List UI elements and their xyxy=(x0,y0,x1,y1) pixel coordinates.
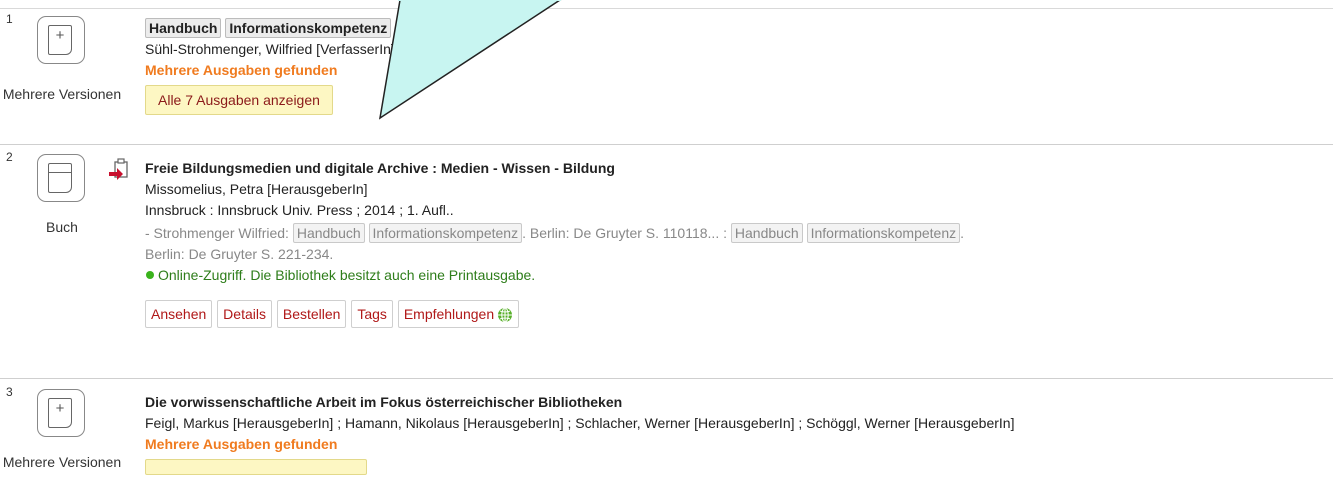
show-all-editions-button-partial[interactable] xyxy=(145,459,367,475)
result-divider xyxy=(0,378,1333,379)
result-divider xyxy=(0,144,1333,145)
multiple-editions-note: Mehrere Ausgaben gefunden xyxy=(145,436,338,452)
result-title[interactable]: Freie Bildungsmedien und digitale Archiv… xyxy=(145,158,1293,179)
multiple-versions-icon[interactable]: + xyxy=(37,389,85,437)
snippet-text: . Berlin: De Gruyter S. 110118... : xyxy=(522,225,727,241)
tags-button[interactable]: Tags xyxy=(351,300,393,328)
snippet-text: - Strohmenger Wilfried: xyxy=(145,225,289,241)
availability-text: Online-Zugriff. Die Bibliothek besitzt a… xyxy=(158,267,536,283)
type-label: Mehrere Versionen xyxy=(2,86,122,102)
show-all-editions-button[interactable]: Alle 7 Ausgaben anzeigen xyxy=(145,85,333,115)
globe-icon xyxy=(498,307,513,323)
book-icon[interactable] xyxy=(37,154,85,202)
result-authors: Sühl-Strohmenger, Wilfried [VerfasserIn] xyxy=(145,41,395,57)
snippet-line-2: Berlin: De Gruyter S. 221-234. xyxy=(145,246,334,262)
multiple-editions-note: Mehrere Ausgaben gefunden xyxy=(145,62,338,78)
details-button[interactable]: Details xyxy=(217,300,272,328)
result-authors: Feigl, Markus [HerausgeberIn] ; Hamann, … xyxy=(145,415,1015,431)
result-publisher: Innsbruck : Innsbruck Univ. Press ; 2014… xyxy=(145,202,454,218)
result-snippet: - Strohmenger Wilfried: Handbuch Informa… xyxy=(145,223,1293,244)
title-highlight: Informationskompetenz xyxy=(225,18,392,38)
result-title[interactable]: Die vorwissenschaftliche Arbeit im Fokus… xyxy=(145,392,1075,413)
result-number: 2 xyxy=(6,150,13,164)
result-authors: Missomelius, Petra [HerausgeberIn] xyxy=(145,181,368,197)
type-label: Mehrere Versionen xyxy=(2,454,122,470)
bestellen-button[interactable]: Bestellen xyxy=(276,300,347,328)
multiple-versions-icon[interactable]: + xyxy=(37,16,85,64)
result-title[interactable]: Handbuch Informationskompetenz xyxy=(145,18,1293,39)
snippet-highlight: Handbuch xyxy=(292,223,365,243)
result-number: 1 xyxy=(6,12,13,26)
snippet-highlight: Handbuch xyxy=(730,223,803,243)
snippet-highlight: Informationskompetenz xyxy=(806,223,961,243)
action-buttons: Ansehen Details Bestellen Tags Empfehlun… xyxy=(145,300,1293,328)
online-access-icon[interactable] xyxy=(108,157,130,185)
snippet-highlight: Informationskompetenz xyxy=(368,223,523,243)
top-divider xyxy=(0,8,1333,9)
ansehen-button[interactable]: Ansehen xyxy=(145,300,213,328)
title-highlight: Handbuch xyxy=(145,18,222,38)
empfehlungen-button[interactable]: Empfehlungen xyxy=(397,300,520,328)
empfehlungen-label: Empfehlungen xyxy=(403,306,495,322)
status-dot-icon xyxy=(146,271,154,280)
type-label: Buch xyxy=(46,219,78,235)
result-number: 3 xyxy=(6,385,13,399)
availability-status[interactable]: Online-Zugriff. Die Bibliothek besitzt a… xyxy=(145,265,1293,286)
snippet-text: . xyxy=(960,225,965,241)
